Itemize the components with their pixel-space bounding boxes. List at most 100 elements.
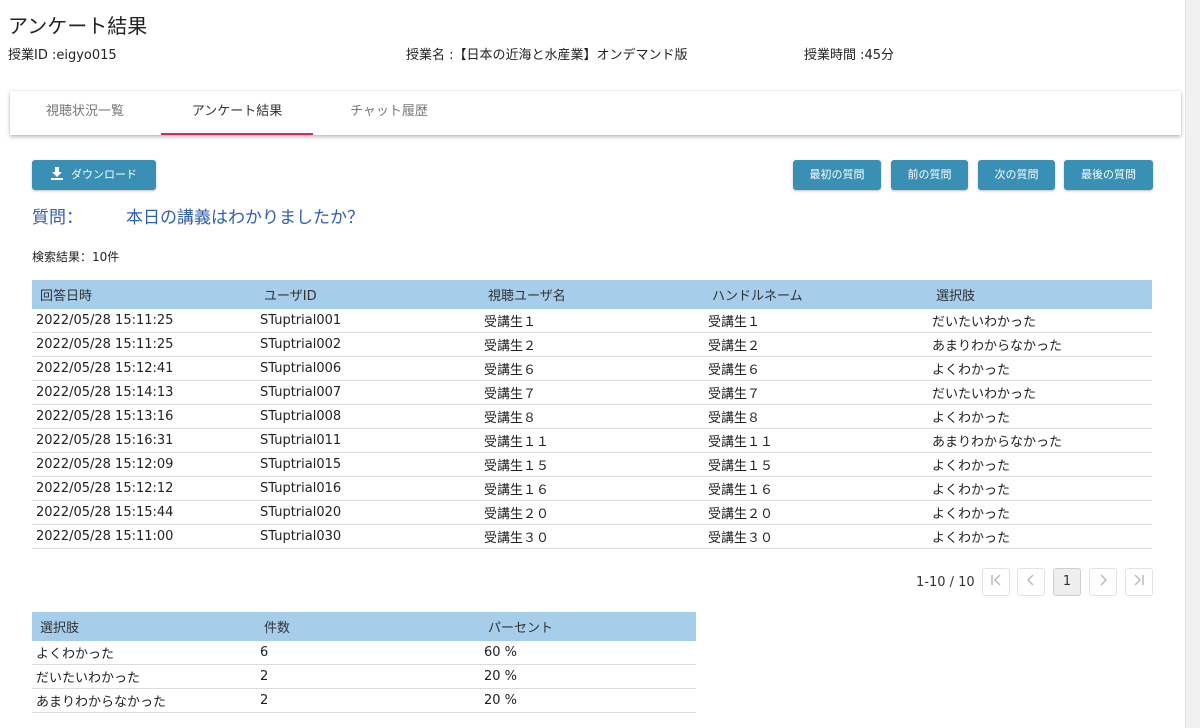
table-cell: STuptrial030: [256, 524, 480, 549]
table-cell: STuptrial007: [256, 380, 480, 405]
lesson-time: 授業時間 :45分: [804, 48, 895, 63]
table-cell: 受講生３０: [480, 524, 704, 549]
answers-table: 回答日時 ユーザID 視聴ユーザ名 ハンドルネーム 選択肢 2022/05/28…: [32, 280, 1152, 549]
table-cell: 受講生８: [480, 404, 704, 429]
pagination-range: 1-10 / 10: [916, 575, 975, 590]
tab-viewing-status[interactable]: 視聴状況一覧: [10, 91, 160, 135]
column-header: ハンドルネーム: [704, 280, 928, 309]
table-cell: 受講生１: [704, 309, 928, 333]
table-cell: STuptrial011: [256, 428, 480, 453]
table-cell: 20 %: [480, 664, 696, 689]
table-cell: STuptrial001: [256, 309, 480, 333]
page-number-button[interactable]: 1: [1053, 568, 1081, 596]
next-question-button[interactable]: 次の質問: [978, 160, 1055, 190]
table-cell: STuptrial002: [256, 332, 480, 357]
table-cell: あまりわからなかった: [32, 688, 256, 713]
last-page-icon: [1134, 574, 1144, 586]
download-button[interactable]: ダウンロード: [32, 160, 156, 190]
table-cell: 2022/05/28 15:12:41: [32, 356, 256, 381]
table-cell: 受講生１６: [480, 476, 704, 501]
table-row: 2022/05/28 15:11:25 STuptrial001 受講生１ 受講生１ だ…: [32, 309, 1152, 333]
question-text: 本日の講義はわかりましたか？: [126, 208, 364, 228]
lesson-name: 授業名 :【日本の近海と水産業】オンデマンド版: [406, 48, 688, 63]
column-header: 件数: [256, 612, 480, 641]
table-row: 2022/05/28 15:12:09 STuptrial015 受講生１５ 受講生１…: [32, 452, 1152, 477]
table-cell: 受講生６: [480, 356, 704, 381]
table-cell: 2022/05/28 15:15:44: [32, 500, 256, 525]
table-cell: STuptrial016: [256, 476, 480, 501]
summary-header-row: 選択肢 件数 パーセント: [32, 612, 696, 641]
table-cell: よくわかった: [928, 500, 1152, 525]
tab-survey-results[interactable]: アンケート結果: [161, 91, 313, 135]
column-header: ユーザID: [256, 280, 480, 309]
table-cell: 2022/05/28 15:16:31: [32, 428, 256, 453]
first-page-icon: [991, 574, 1001, 586]
first-question-button[interactable]: 最初の質問: [793, 160, 881, 190]
column-header: 選択肢: [32, 612, 256, 641]
table-cell: STuptrial008: [256, 404, 480, 429]
last-question-button[interactable]: 最後の質問: [1064, 160, 1153, 190]
table-row: 2022/05/28 15:14:13 STuptrial007 受講生７ 受講生７ だ…: [32, 380, 1152, 405]
table-cell: あまりわからなかった: [928, 428, 1152, 453]
table-row: 2022/05/28 15:11:00 STuptrial030 受講生３０ 受講生３…: [32, 524, 1152, 549]
summary-row: あまりわからなかった 2 20 %: [32, 688, 696, 713]
first-page-button[interactable]: [982, 568, 1010, 596]
table-cell: よくわかった: [928, 524, 1152, 549]
prev-page-button[interactable]: [1017, 568, 1045, 596]
table-cell: 受講生１５: [704, 452, 928, 477]
tab-bar: 視聴状況一覧 アンケート結果 チャット履歴: [10, 91, 1181, 135]
table-row: 2022/05/28 15:15:44 STuptrial020 受講生２０ 受講生２…: [32, 500, 1152, 525]
table-cell: よくわかった: [928, 404, 1152, 429]
last-page-button[interactable]: [1125, 568, 1153, 596]
download-label: ダウンロード: [71, 168, 137, 181]
table-row: 2022/05/28 15:11:25 STuptrial002 受講生２ 受講生２ あ…: [32, 332, 1152, 357]
table-cell: 2022/05/28 15:12:12: [32, 476, 256, 501]
table-cell: 受講生７: [704, 380, 928, 405]
table-cell: STuptrial006: [256, 356, 480, 381]
table-cell: よくわかった: [928, 356, 1152, 381]
table-cell: 2022/05/28 15:12:09: [32, 452, 256, 477]
page-title: アンケート結果: [8, 14, 148, 38]
table-row: 2022/05/28 15:12:41 STuptrial006 受講生６ 受講生６ よ…: [32, 356, 1152, 381]
table-cell: 2022/05/28 15:11:00: [32, 524, 256, 549]
table-cell: 受講生６: [704, 356, 928, 381]
chevron-right-icon: [1100, 574, 1108, 586]
table-cell: よくわかった: [928, 452, 1152, 477]
table-cell: 受講生３０: [704, 524, 928, 549]
table-cell: 2022/05/28 15:11:25: [32, 332, 256, 357]
next-page-button[interactable]: [1089, 568, 1117, 596]
table-cell: あまりわからなかった: [928, 332, 1152, 357]
table-cell: 受講生１: [480, 309, 704, 333]
table-cell: よくわかった: [928, 476, 1152, 501]
table-cell: 受講生２０: [480, 500, 704, 525]
table-cell: 受講生２: [480, 332, 704, 357]
table-cell: 2022/05/28 15:11:25: [32, 309, 256, 333]
table-cell: STuptrial015: [256, 452, 480, 477]
table-cell: 2022/05/28 15:14:13: [32, 380, 256, 405]
vertical-scrollbar[interactable]: [1185, 0, 1200, 728]
table-cell: STuptrial020: [256, 500, 480, 525]
column-header: 視聴ユーザ名: [480, 280, 704, 309]
table-row: 2022/05/28 15:13:16 STuptrial008 受講生８ 受講生８ よ…: [32, 404, 1152, 429]
result-count: 検索結果：10件: [32, 250, 120, 264]
summary-row: だいたいわかった 2 20 %: [32, 664, 696, 689]
column-header: パーセント: [480, 612, 696, 641]
table-cell: だいたいわかった: [928, 309, 1152, 333]
table-cell: 2022/05/28 15:13:16: [32, 404, 256, 429]
table-cell: だいたいわかった: [928, 380, 1152, 405]
tab-chat-history[interactable]: チャット履歴: [313, 91, 465, 135]
column-header: 選択肢: [928, 280, 1152, 309]
table-cell: 受講生１１: [704, 428, 928, 453]
prev-question-button[interactable]: 前の質問: [891, 160, 968, 190]
download-icon: [51, 167, 63, 180]
summary-row: よくわかった 6 60 %: [32, 641, 696, 665]
lesson-id: 授業ID :eigyo015: [8, 48, 117, 63]
question-label: 質問：: [32, 208, 83, 228]
answers-header-row: 回答日時 ユーザID 視聴ユーザ名 ハンドルネーム 選択肢: [32, 280, 1152, 309]
table-cell: 受講生２: [704, 332, 928, 357]
table-cell: 受講生１５: [480, 452, 704, 477]
table-cell: 受講生２０: [704, 500, 928, 525]
table-cell: 受講生７: [480, 380, 704, 405]
chevron-left-icon: [1026, 574, 1034, 586]
column-header: 回答日時: [32, 280, 256, 309]
